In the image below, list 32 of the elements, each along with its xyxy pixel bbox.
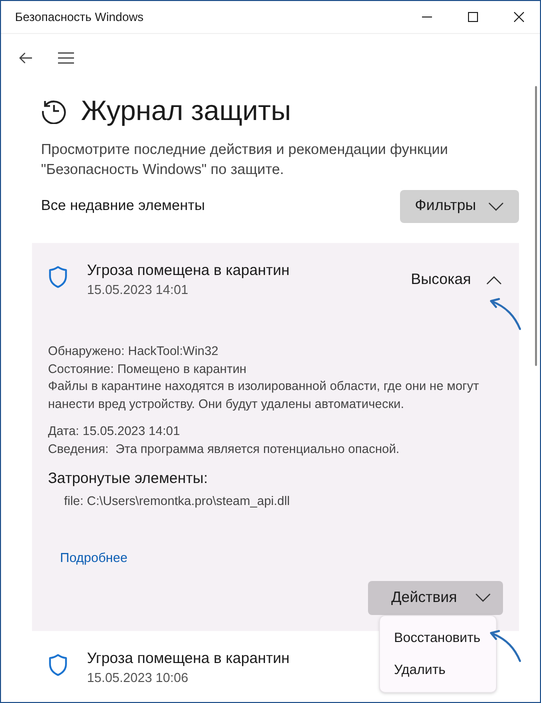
back-icon[interactable]	[19, 52, 33, 64]
threat-date: 15.05.2023 14:01	[87, 281, 190, 298]
section-label: Все недавние элементы	[41, 196, 205, 216]
severity-label: Высокая	[410, 270, 471, 290]
page-description: Просмотрите последние действия и рекомендации функции "Безопасность Windows" по защите.	[41, 141, 449, 180]
shield-icon	[48, 265, 68, 289]
detail-text: Дата: 15.05.2023 14:01	[48, 423, 181, 440]
history-icon	[41, 98, 67, 124]
detail-text: Обнаружено: HackTool:Win32	[48, 343, 220, 360]
caret-icon	[488, 202, 504, 212]
threat-title: Угроза помещена в карантин	[87, 649, 290, 668]
close-icon[interactable]	[514, 12, 524, 22]
detail-text: Файлы в карантине находятся в изолированной области, где они не могут нанести вред устройству. Они будут удалены автоматически.	[48, 378, 480, 413]
page-title: Журнал защиты	[81, 94, 291, 128]
scrollbar[interactable]	[535, 86, 537, 366]
caret-icon	[475, 593, 491, 603]
maximize-icon[interactable]	[468, 12, 478, 22]
affected-heading: Затронутые элементы:	[48, 469, 209, 489]
menu-icon[interactable]	[58, 52, 74, 64]
window-title: Безопасность Windows	[15, 9, 144, 26]
threat-title: Угроза помещена в карантин	[87, 261, 290, 280]
collapse-icon	[486, 275, 502, 286]
filter-button[interactable]: Фильтры	[400, 190, 519, 223]
menu-item[interactable]: Удалить	[380, 654, 496, 686]
detail-text: Сведения: Эта программа является потенциально опасной.	[48, 440, 400, 458]
file-path: file: C:\Users\remontka.pro\steam_api.dll	[64, 493, 291, 510]
detail-text: Состояние: Помещено в карантин	[48, 360, 248, 378]
menu-item[interactable]: Восстановить	[380, 622, 496, 654]
details-link[interactable]: Подробнее	[60, 548, 128, 566]
threat-date: 15.05.2023 10:06	[87, 669, 190, 686]
shield-icon	[48, 653, 68, 677]
actions-button[interactable]: Действия	[368, 581, 503, 615]
